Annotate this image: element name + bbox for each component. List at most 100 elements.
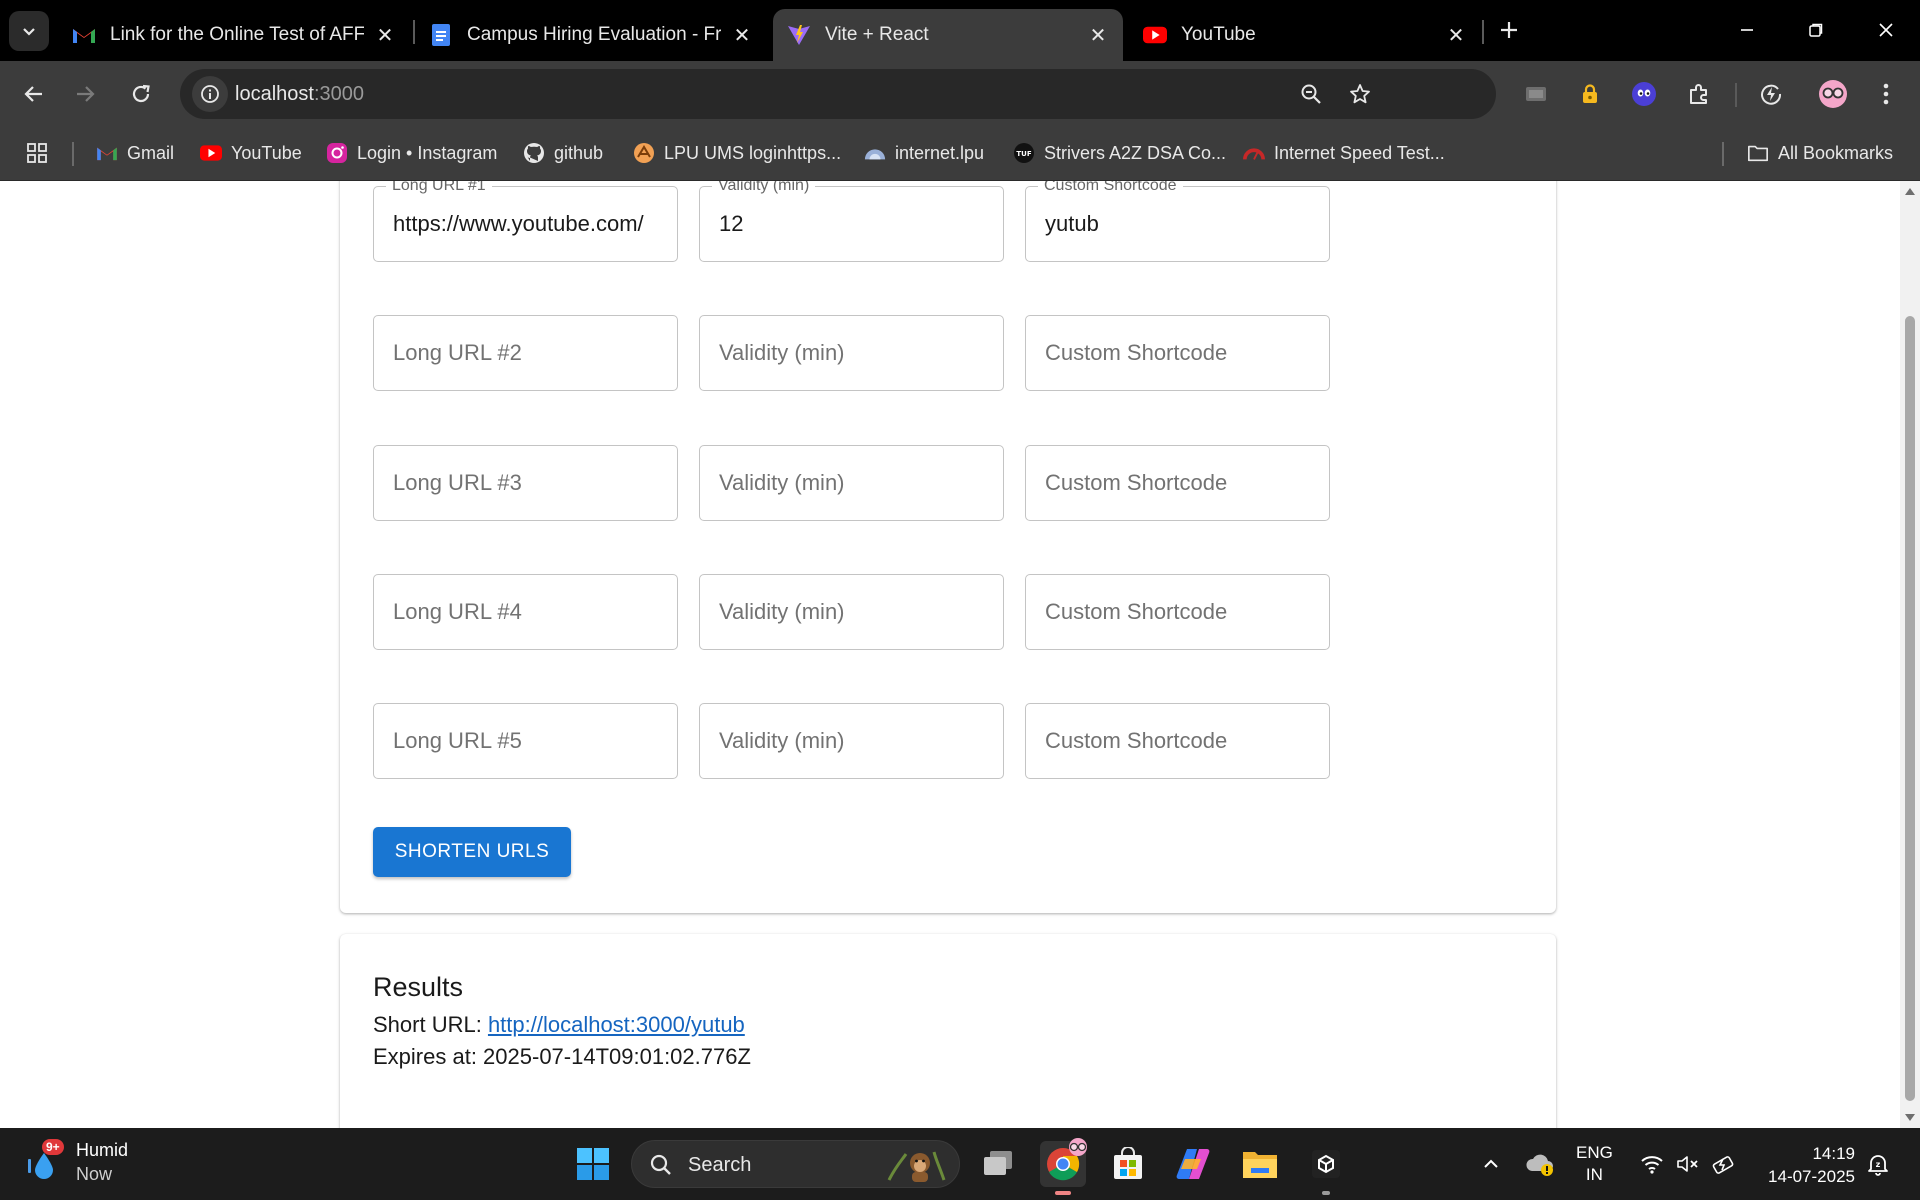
- vite-icon: [787, 23, 811, 47]
- zoom-button[interactable]: [1291, 74, 1331, 114]
- instagram-icon: [326, 142, 348, 164]
- apps-button[interactable]: [26, 137, 48, 169]
- shortcode-input-4[interactable]: Custom Shortcode: [1025, 574, 1330, 650]
- taskbar-search[interactable]: Search: [631, 1140, 960, 1188]
- bookmark-youtube[interactable]: YouTube: [200, 137, 302, 169]
- close-tab-icon[interactable]: ✕: [374, 24, 396, 47]
- extension-lock-button[interactable]: [1570, 74, 1610, 114]
- scroll-up-icon[interactable]: [1904, 185, 1916, 197]
- forward-button[interactable]: [64, 72, 108, 116]
- shorten-urls-button[interactable]: SHORTEN URLS: [373, 827, 571, 877]
- short-url-line: Short URL: http://localhost:3000/yutub: [373, 1012, 745, 1038]
- url-port: :3000: [313, 83, 364, 105]
- bookmark-gmail[interactable]: Gmail: [96, 137, 174, 169]
- page-viewport: Long URL #1 https://www.youtube.com/ Val…: [0, 181, 1900, 1128]
- results-title: Results: [373, 972, 464, 1002]
- long-url-input-1[interactable]: Long URL #1 https://www.youtube.com/: [373, 181, 678, 262]
- address-bar[interactable]: localhost:3000: [180, 69, 1496, 119]
- field-placeholder: Validity (min): [719, 599, 845, 624]
- google-docs-icon: [429, 23, 453, 47]
- gmail-icon: [72, 23, 96, 47]
- bookmark-label: Gmail: [127, 142, 175, 163]
- page-scrollbar[interactable]: [1900, 181, 1920, 1128]
- scroll-down-icon[interactable]: [1904, 1112, 1916, 1124]
- notifications-button[interactable]: z: [1862, 1128, 1894, 1200]
- bookmark-strivers[interactable]: TUF Strivers A2Z DSA Co...: [1013, 137, 1226, 169]
- bookmark-speed-test[interactable]: Internet Speed Test...: [1243, 137, 1445, 169]
- results-card: Results Short URL: http://localhost:3000…: [340, 934, 1556, 1128]
- long-url-input-5[interactable]: Long URL #5: [373, 703, 678, 779]
- tab-gmail[interactable]: Link for the Online Test of AFFO ✕: [58, 9, 410, 61]
- short-url-link[interactable]: http://localhost:3000/yutub: [488, 1012, 745, 1037]
- scroll-thumb[interactable]: [1905, 316, 1915, 1101]
- close-tab-icon[interactable]: ✕: [731, 24, 753, 47]
- lpu-icon: [633, 142, 655, 164]
- wifi-button[interactable]: [1636, 1128, 1668, 1200]
- close-tab-icon[interactable]: ✕: [1087, 24, 1109, 47]
- clock[interactable]: 14:19 14-07-2025: [1755, 1142, 1855, 1188]
- shortcode-input-1[interactable]: Custom Shortcode yutub: [1025, 181, 1330, 262]
- taskbar-file-explorer[interactable]: [1237, 1141, 1283, 1187]
- validity-input-5[interactable]: Validity (min): [699, 703, 1004, 779]
- extensions-button[interactable]: [1679, 74, 1719, 114]
- new-tab-button[interactable]: [1493, 14, 1525, 46]
- close-window-button[interactable]: [1866, 10, 1906, 50]
- all-bookmarks-button[interactable]: All Bookmarks: [1747, 137, 1893, 169]
- reload-button[interactable]: [119, 72, 163, 116]
- bookmark-instagram[interactable]: Login • Instagram: [326, 137, 497, 169]
- show-hidden-icons-button[interactable]: [1476, 1128, 1506, 1200]
- onedrive-button[interactable]: [1522, 1128, 1558, 1200]
- taskbar-store[interactable]: [1105, 1141, 1151, 1187]
- chrome-menu-button[interactable]: [1866, 74, 1906, 114]
- validity-input-1[interactable]: Validity (min) 12: [699, 181, 1004, 262]
- site-info-button[interactable]: [192, 76, 228, 112]
- tab-vite-react[interactable]: Vite + React ✕: [773, 9, 1123, 61]
- close-tab-icon[interactable]: ✕: [1445, 24, 1467, 47]
- taskbar-copilot[interactable]: [1170, 1141, 1216, 1187]
- profile-avatar[interactable]: [1813, 74, 1853, 114]
- tab-youtube[interactable]: YouTube ✕: [1129, 9, 1481, 61]
- performance-button[interactable]: [1751, 74, 1791, 114]
- extension-cast-button[interactable]: [1516, 74, 1556, 114]
- tab-search-button[interactable]: [9, 11, 49, 51]
- volume-button[interactable]: [1672, 1128, 1704, 1200]
- tab-title: Campus Hiring Evaluation - Fro: [467, 24, 721, 45]
- windows-taskbar: 9+ Humid Now Search ENG IN 14:19 14-07-2…: [0, 1128, 1920, 1200]
- shortcode-input-2[interactable]: Custom Shortcode: [1025, 315, 1330, 391]
- taskbar-chrome[interactable]: [1040, 1138, 1087, 1195]
- field-placeholder: Long URL #2: [393, 340, 522, 365]
- back-button[interactable]: [11, 72, 55, 116]
- validity-input-4[interactable]: Validity (min): [699, 574, 1004, 650]
- bookmark-star-button[interactable]: [1340, 74, 1380, 114]
- validity-input-3[interactable]: Validity (min): [699, 445, 1004, 521]
- long-url-input-4[interactable]: Long URL #4: [373, 574, 678, 650]
- bookmark-lpu-ums[interactable]: LPU UMS loginhttps...: [633, 137, 841, 169]
- lang-bottom: IN: [1585, 1165, 1603, 1184]
- long-url-input-2[interactable]: Long URL #2: [373, 315, 678, 391]
- tab-separator: [1482, 20, 1484, 44]
- app-box-icon: [1312, 1150, 1340, 1178]
- validity-input-2[interactable]: Validity (min): [699, 315, 1004, 391]
- youtube-icon: [200, 142, 222, 164]
- chevron-down-icon: [23, 28, 35, 36]
- zoom-icon: [1301, 84, 1321, 104]
- extension-ghost-button[interactable]: [1624, 74, 1664, 114]
- battery-button[interactable]: [1708, 1128, 1740, 1200]
- tab-docs[interactable]: Campus Hiring Evaluation - Fro ✕: [415, 9, 767, 61]
- task-view-button[interactable]: [975, 1141, 1021, 1187]
- minimize-button[interactable]: [1727, 10, 1767, 50]
- speedtest-icon: [1243, 142, 1265, 164]
- field-placeholder: Long URL #4: [393, 599, 522, 624]
- start-button[interactable]: [570, 1141, 616, 1187]
- bookmark-github[interactable]: github: [523, 137, 603, 169]
- bookmark-internet-lpu[interactable]: internet.lpu: [864, 137, 984, 169]
- restore-button[interactable]: [1796, 10, 1836, 50]
- taskbar-app-box[interactable]: [1303, 1141, 1349, 1195]
- expires-label: Expires at:: [373, 1044, 484, 1069]
- weather-widget[interactable]: 9+ Humid Now: [22, 1138, 128, 1186]
- language-indicator[interactable]: ENG IN: [1576, 1142, 1613, 1186]
- shortcode-input-5[interactable]: Custom Shortcode: [1025, 703, 1330, 779]
- long-url-input-3[interactable]: Long URL #3: [373, 445, 678, 521]
- shortcode-input-3[interactable]: Custom Shortcode: [1025, 445, 1330, 521]
- field-label: Long URL #1: [386, 181, 492, 195]
